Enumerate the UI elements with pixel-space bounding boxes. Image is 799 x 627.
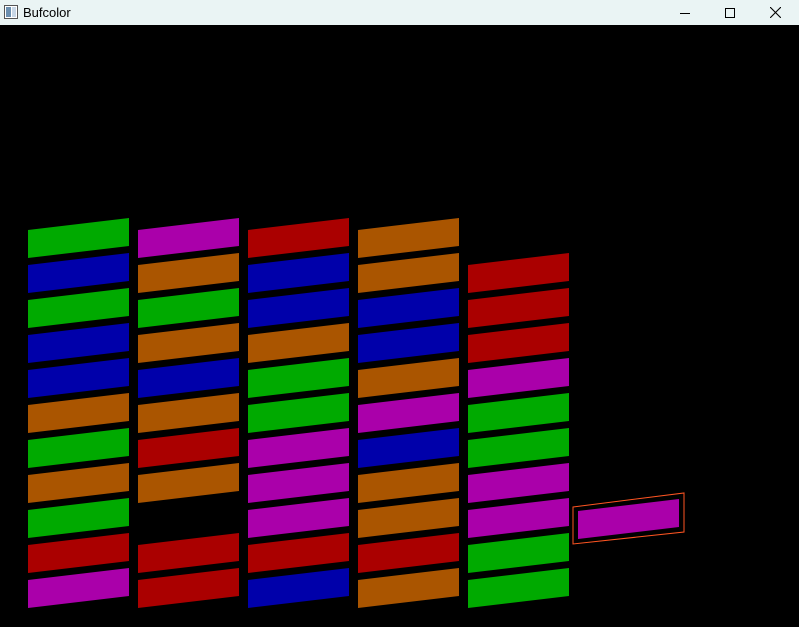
brick <box>138 358 239 398</box>
brick <box>28 428 129 468</box>
brick <box>248 288 349 328</box>
brick <box>358 463 459 503</box>
game-board <box>28 218 685 608</box>
brick <box>358 288 459 328</box>
brick <box>468 288 569 328</box>
game-canvas[interactable] <box>0 25 799 627</box>
brick <box>248 568 349 608</box>
brick <box>138 288 239 328</box>
brick <box>138 253 239 293</box>
brick <box>138 428 239 468</box>
brick <box>248 393 349 433</box>
minimize-button[interactable] <box>662 0 708 25</box>
brick <box>138 533 239 573</box>
brick <box>28 393 129 433</box>
close-icon <box>769 7 781 18</box>
brick <box>468 253 569 293</box>
minimize-icon <box>680 8 690 18</box>
brick <box>28 568 129 608</box>
brick <box>28 358 129 398</box>
brick <box>248 428 349 468</box>
brick <box>358 358 459 398</box>
brick <box>138 218 239 258</box>
brick <box>358 568 459 608</box>
brick <box>358 428 459 468</box>
brick <box>468 568 569 608</box>
brick <box>28 498 129 538</box>
brick <box>248 218 349 258</box>
brick <box>248 498 349 538</box>
falling-piece <box>578 499 679 539</box>
maximize-button[interactable] <box>707 0 753 25</box>
brick <box>28 533 129 573</box>
app-icon <box>4 5 18 19</box>
brick <box>28 463 129 503</box>
brick <box>138 568 239 608</box>
brick <box>358 393 459 433</box>
brick <box>468 358 569 398</box>
brick <box>28 288 129 328</box>
brick <box>468 323 569 363</box>
brick <box>468 393 569 433</box>
brick <box>358 533 459 573</box>
brick <box>28 323 129 363</box>
brick <box>248 463 349 503</box>
brick <box>28 253 129 293</box>
brick <box>138 323 239 363</box>
close-button[interactable] <box>752 0 798 25</box>
brick <box>248 323 349 363</box>
brick <box>248 358 349 398</box>
brick <box>358 498 459 538</box>
brick <box>358 323 459 363</box>
brick <box>468 463 569 503</box>
brick <box>28 218 129 258</box>
brick <box>138 463 239 503</box>
brick <box>248 253 349 293</box>
brick <box>358 253 459 293</box>
brick <box>138 393 239 433</box>
brick <box>468 533 569 573</box>
window-title: Bufcolor <box>23 5 71 20</box>
brick <box>248 533 349 573</box>
brick <box>468 428 569 468</box>
maximize-icon <box>725 7 735 18</box>
brick <box>468 498 569 538</box>
title-bar: Bufcolor <box>0 0 799 25</box>
brick <box>358 218 459 258</box>
